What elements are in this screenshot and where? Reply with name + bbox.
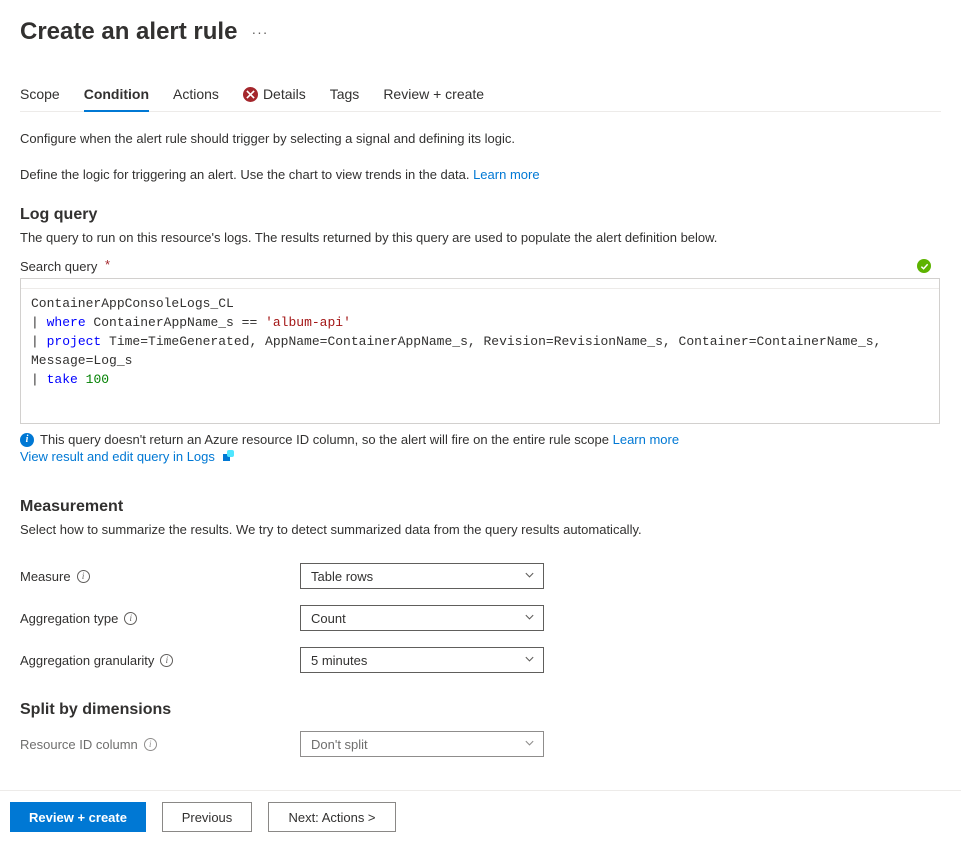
tabs-bar: Scope Condition Actions Details Tags Rev… <box>20 86 941 112</box>
aggregation-type-select[interactable]: Count <box>300 605 544 631</box>
previous-button[interactable]: Previous <box>162 802 252 832</box>
tab-tags[interactable]: Tags <box>330 86 360 112</box>
success-check-icon <box>917 259 931 273</box>
chevron-down-icon <box>524 569 535 584</box>
query-code[interactable]: ContainerAppConsoleLogs_CL | where Conta… <box>21 289 939 399</box>
query-info-text: This query doesn't return an Azure resou… <box>40 432 613 447</box>
help-icon[interactable]: i <box>124 612 137 625</box>
intro-line2: Define the logic for triggering an alert… <box>20 166 941 184</box>
resource-id-column-label: Resource ID column <box>20 737 138 752</box>
search-query-label: Search query <box>20 259 97 274</box>
error-icon <box>243 87 258 102</box>
measurement-title: Measurement <box>20 498 941 516</box>
review-create-button[interactable]: Review + create <box>10 802 146 832</box>
measurement-sub: Select how to summarize the results. We … <box>20 522 941 537</box>
aggregation-type-label: Aggregation type <box>20 611 118 626</box>
aggregation-granularity-select[interactable]: 5 minutes <box>300 647 544 673</box>
aggregation-type-value: Count <box>311 611 346 626</box>
aggregation-granularity-value: 5 minutes <box>311 653 367 668</box>
footer-bar: Review + create Previous Next: Actions > <box>0 790 961 843</box>
chevron-down-icon <box>524 611 535 626</box>
intro-line2-text: Define the logic for triggering an alert… <box>20 167 473 182</box>
chevron-down-icon <box>524 653 535 668</box>
search-query-editor[interactable]: ContainerAppConsoleLogs_CL | where Conta… <box>20 278 940 424</box>
aggregation-granularity-label: Aggregation granularity <box>20 653 154 668</box>
view-edit-in-logs-link[interactable]: View result and edit query in Logs <box>20 449 215 464</box>
resource-id-column-select[interactable]: Don't split <box>300 731 544 757</box>
help-icon[interactable]: i <box>144 738 157 751</box>
query-info-learn-more-link[interactable]: Learn more <box>613 432 679 447</box>
required-indicator: * <box>105 257 110 272</box>
info-icon: i <box>20 433 34 447</box>
split-by-dimensions-title: Split by dimensions <box>20 701 941 719</box>
chevron-down-icon <box>524 737 535 752</box>
log-query-sub: The query to run on this resource's logs… <box>20 230 941 245</box>
tab-actions[interactable]: Actions <box>173 86 219 112</box>
log-query-title: Log query <box>20 206 941 224</box>
tab-review[interactable]: Review + create <box>383 86 484 112</box>
learn-more-link[interactable]: Learn more <box>473 167 539 182</box>
tab-scope[interactable]: Scope <box>20 86 60 112</box>
next-button[interactable]: Next: Actions > <box>268 802 396 832</box>
page-title: Create an alert rule <box>20 18 237 46</box>
tab-details-label: Details <box>263 86 306 102</box>
intro-line1: Configure when the alert rule should tri… <box>20 130 941 148</box>
tab-condition[interactable]: Condition <box>84 86 149 112</box>
measure-label: Measure <box>20 569 71 584</box>
tab-details[interactable]: Details <box>243 86 306 112</box>
more-actions-icon[interactable]: ··· <box>251 24 268 40</box>
measure-value: Table rows <box>311 569 373 584</box>
help-icon[interactable]: i <box>77 570 90 583</box>
logs-icon <box>221 450 235 464</box>
measure-select[interactable]: Table rows <box>300 563 544 589</box>
help-icon[interactable]: i <box>160 654 173 667</box>
resource-id-column-value: Don't split <box>311 737 368 752</box>
